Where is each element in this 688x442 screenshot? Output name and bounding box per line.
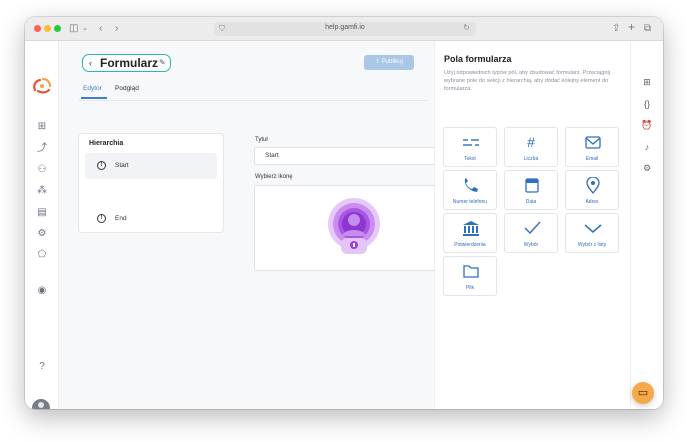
folder-icon [463, 265, 479, 278]
gamfi-logo-icon[interactable] [31, 77, 53, 95]
code-braces-icon[interactable]: {} [640, 98, 654, 110]
field-label: Wybór z listy [577, 242, 607, 248]
publish-label: Publikuj [381, 59, 403, 65]
back-arrow-icon[interactable]: ‹ [99, 22, 102, 36]
info-icon: ! [97, 214, 106, 223]
puzzle-icon[interactable]: ⬠ [34, 248, 50, 262]
envelope-icon [585, 136, 601, 149]
field-file[interactable]: Plik [443, 256, 497, 296]
browser-window: ◫ ⌄ ‹ › ⛉ help.gamfi.io ↻ ⇪ + ⧉ ⊞ ⤴ ⚇ ⁂ … [25, 17, 663, 409]
new-tab-icon[interactable]: + [628, 20, 635, 34]
back-chevron-icon[interactable]: ‹ [89, 57, 92, 69]
upload-icon: ⇪ [375, 59, 381, 65]
hierarchy-item-end[interactable]: ! End [85, 206, 217, 232]
field-confirmations[interactable]: Potwierdzenia [443, 213, 497, 253]
selected-avatar-icon[interactable] [327, 198, 381, 256]
hash-icon: # [527, 134, 535, 150]
title-field-label: Tytuł [255, 137, 268, 143]
hierarchy-panel: Hierarchia ! Start ! End [78, 133, 224, 233]
field-email[interactable]: Email [565, 127, 619, 167]
field-text[interactable]: Tekst [443, 127, 497, 167]
hierarchy-title: Hierarchia [89, 140, 124, 147]
bank-icon [463, 221, 479, 236]
settings-gear-icon[interactable]: ⚙ [34, 227, 50, 241]
settings-gear-icon[interactable]: ⚙ [640, 162, 654, 174]
icon-picker-label: Wybierz ikonę [255, 174, 293, 180]
field-label: Numer telefonu [452, 199, 488, 205]
chevron-down-icon[interactable]: ⌄ [82, 22, 88, 36]
icon-picker-area[interactable] [254, 185, 452, 271]
form-title-pill[interactable]: ‹ Formularz ✎ [82, 54, 171, 72]
dashboard-icon[interactable]: ⊞ [34, 120, 50, 134]
alarm-icon[interactable]: ⏰ [640, 119, 654, 131]
calendar-icon [525, 178, 539, 193]
field-label: Potwierdzenia [454, 242, 486, 248]
clipboard-icon[interactable]: ▤ [34, 206, 50, 220]
location-pin-icon [586, 177, 600, 194]
address-bar[interactable]: ⛉ help.gamfi.io ↻ [214, 22, 476, 36]
chat-support-button[interactable]: ▭ [632, 382, 654, 404]
field-label: Tekst [464, 156, 476, 162]
reload-icon[interactable]: ↻ [463, 23, 470, 32]
title-input[interactable]: Start [254, 147, 452, 165]
form-editor: ‹ Formularz ✎ ⇪ Publikuj Edytor Podgląd … [59, 41, 452, 409]
title-input-value: Start [265, 152, 279, 159]
forward-arrow-icon[interactable]: › [115, 22, 118, 36]
field-date[interactable]: Data [504, 170, 558, 210]
teams-icon[interactable]: ⁂ [34, 184, 50, 198]
panel-title: Pola formularza [444, 54, 512, 64]
field-label: Wybór [523, 242, 539, 248]
info-icon: ! [97, 161, 106, 170]
browser-toolbar: ◫ ⌄ ‹ › ⛉ help.gamfi.io ↻ ⇪ + ⧉ [25, 17, 663, 41]
chat-bubble-icon: ▭ [637, 387, 649, 399]
field-label: Email [585, 156, 599, 162]
active-tab-indicator [81, 97, 107, 99]
right-toolbar: ⊞ {} ⏰ ♪ ⚙ [630, 41, 663, 409]
phone-icon [464, 178, 478, 192]
zoom-window-button[interactable] [54, 25, 61, 32]
help-icon[interactable]: ? [34, 360, 50, 374]
form-fields-icon[interactable]: ⊞ [640, 76, 654, 88]
field-label: Liczba [523, 156, 539, 162]
field-label: Data [525, 199, 537, 205]
tab-editor-label: Edytor [83, 85, 102, 92]
user-avatar[interactable] [32, 399, 50, 409]
hierarchy-item-label: End [115, 215, 127, 222]
hierarchy-item-label: Start [115, 162, 129, 169]
music-note-icon[interactable]: ♪ [640, 141, 654, 153]
close-window-button[interactable] [34, 25, 41, 32]
panel-description: Użyj odpowiednich typów pól, aby zbudowa… [444, 70, 611, 92]
chevron-down-icon [584, 224, 602, 233]
tabs-divider [78, 100, 428, 101]
field-select-list[interactable]: Wybór z listy [565, 213, 619, 253]
tab-preview-label: Podgląd [115, 85, 139, 92]
checkmark-icon [524, 221, 541, 235]
field-phone[interactable]: Numer telefonu [443, 170, 497, 210]
form-title: Formularz [100, 56, 159, 70]
url-text: help.gamfi.io [325, 24, 365, 31]
edit-pencil-icon[interactable]: ✎ [159, 58, 166, 67]
sidebar-toggle-icon[interactable]: ◫ [69, 22, 78, 36]
workflow-icon[interactable]: ⤴ [34, 142, 50, 156]
publish-button[interactable]: ⇪ Publikuj [364, 55, 414, 70]
minimize-window-button[interactable] [44, 25, 51, 32]
field-number[interactable]: # Liczba [504, 127, 558, 167]
hierarchy-item-start[interactable]: ! Start [85, 153, 217, 179]
field-label: Plik [465, 285, 475, 291]
tab-editor[interactable]: Edytor [81, 84, 107, 99]
app-sidebar: ⊞ ⤴ ⚇ ⁂ ▤ ⚙ ⬠ ◉ ? [25, 41, 59, 409]
users-icon[interactable]: ⚇ [34, 163, 50, 177]
tab-preview[interactable]: Podgląd [115, 84, 139, 94]
field-address[interactable]: Adres [565, 170, 619, 210]
share-icon[interactable]: ⇪ [612, 22, 620, 36]
field-label: Adres [585, 199, 599, 205]
account-circle-icon[interactable]: ◉ [34, 284, 50, 298]
tab-overview-icon[interactable]: ⧉ [644, 22, 651, 36]
text-lines-icon [463, 139, 479, 146]
field-choice[interactable]: Wybór [504, 213, 558, 253]
form-fields-panel: Pola formularza Użyj odpowiednich typów … [434, 41, 630, 409]
